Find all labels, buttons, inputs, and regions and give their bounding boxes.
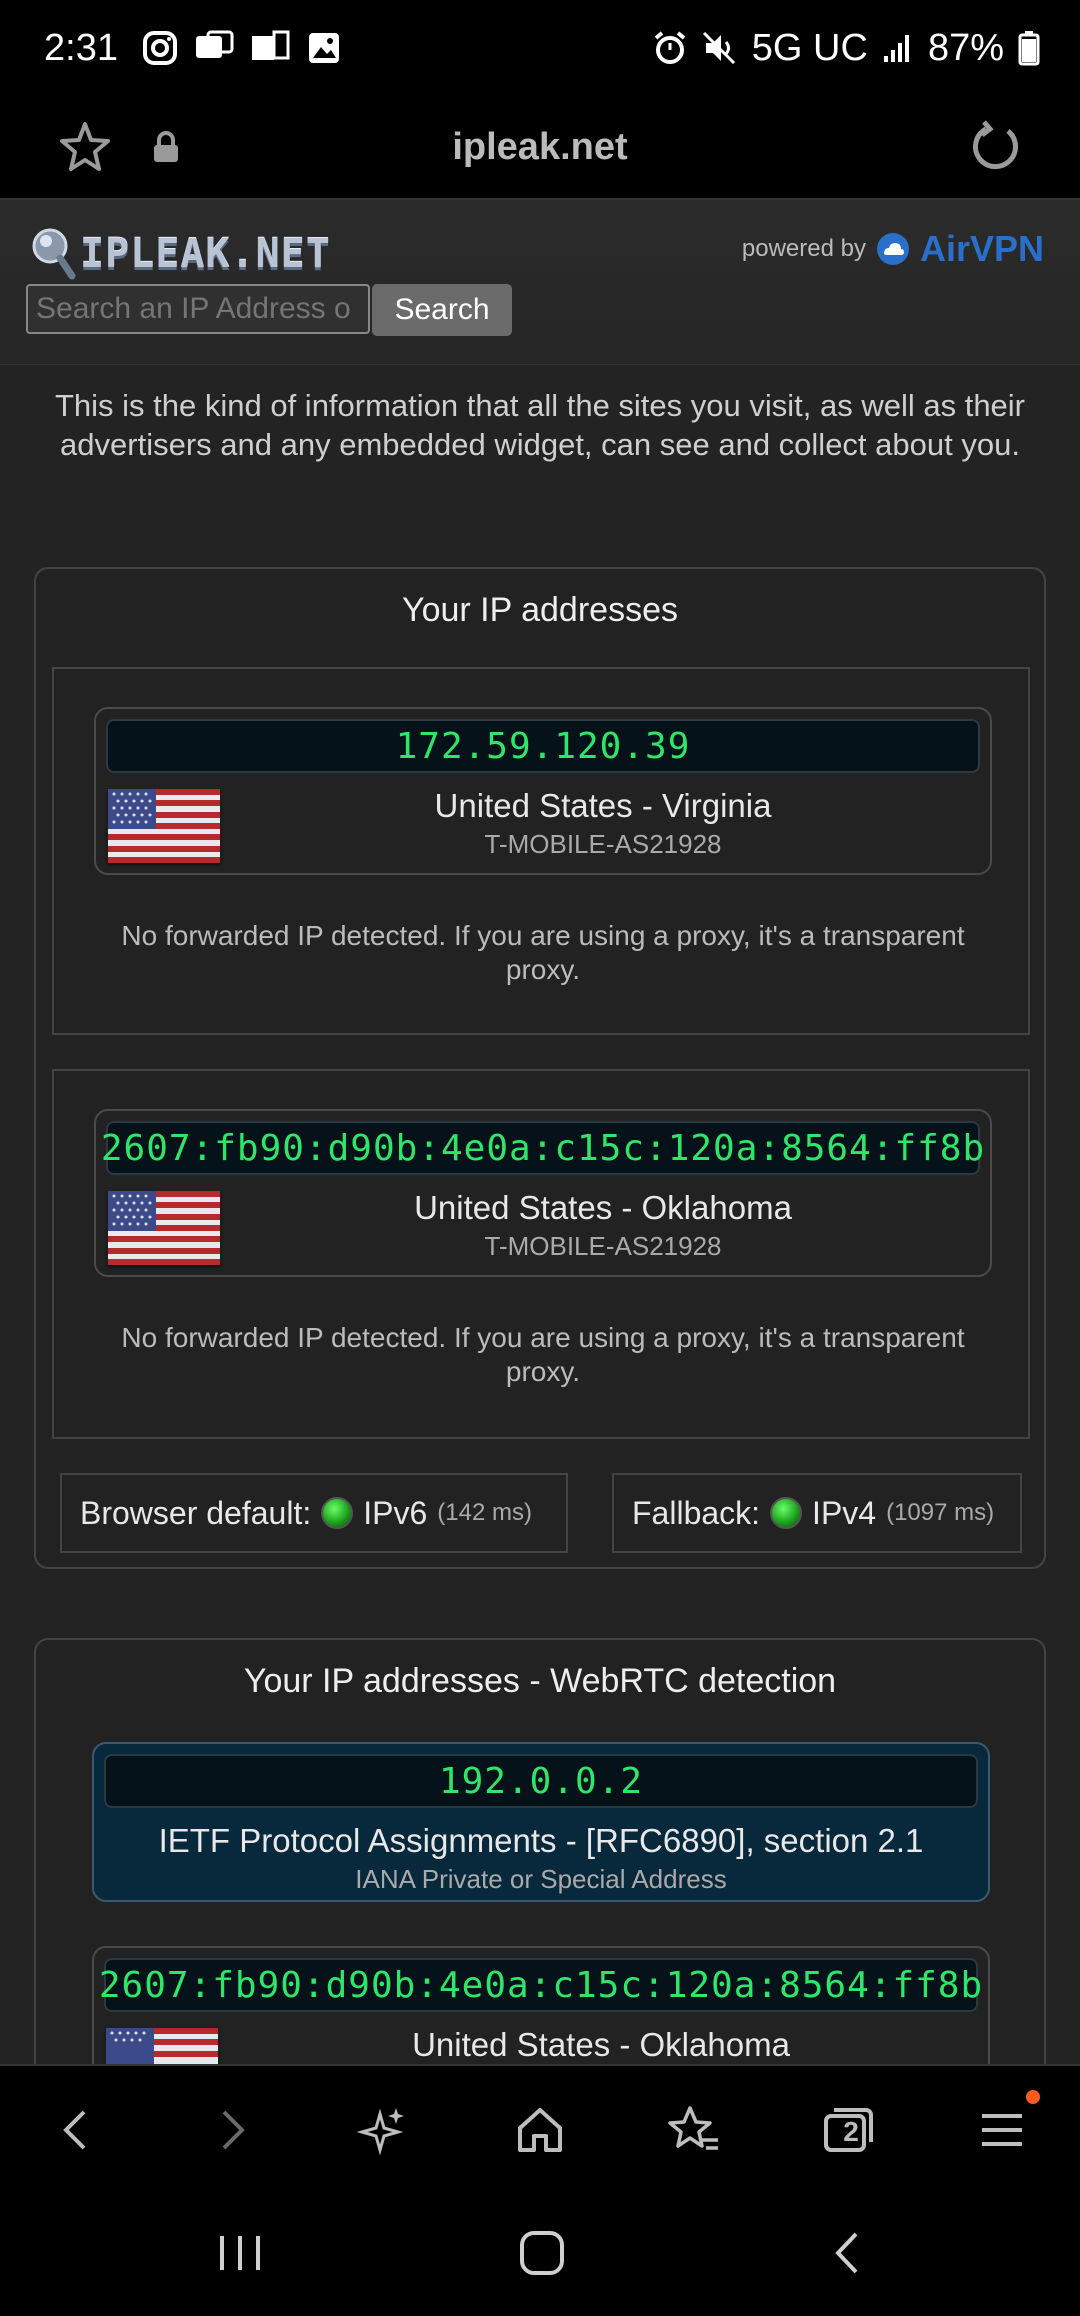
ip-location: United States - Oklahoma bbox=[412, 2026, 790, 2063]
browser-default-protocol: Browser default: IPv6 (142 ms) bbox=[60, 1473, 568, 1553]
powered-by-label: powered by bbox=[741, 235, 866, 262]
ip-location: United States - Virginia bbox=[434, 787, 772, 824]
status-ok-icon bbox=[321, 1497, 354, 1529]
ip-address-value[interactable]: 2607:fb90:d90b:4e0a:c15c:120a:8564:ff8b bbox=[99, 1958, 982, 2012]
ip-isp: T-MOBILE-AS21928 bbox=[484, 829, 722, 859]
forward-icon[interactable] bbox=[204, 2102, 260, 2158]
ip-address-value[interactable]: 192.0.0.2 bbox=[104, 1754, 978, 1808]
system-nav-bar bbox=[0, 2190, 1080, 2316]
ip-addresses-panel: Your IP addresses 172.59.120.39 United S… bbox=[34, 567, 1046, 1569]
battery-icon bbox=[1018, 31, 1040, 66]
browser-default-latency: (142 ms) bbox=[437, 1499, 532, 1526]
reload-icon[interactable] bbox=[968, 120, 1022, 174]
ip-address-value[interactable]: 2607:fb90:d90b:4e0a:c15c:120a:8564:ff8b bbox=[101, 1121, 984, 1175]
magnifier-logo-icon bbox=[32, 228, 76, 280]
airvpn-cloud-icon bbox=[876, 233, 909, 265]
ip-location: IETF Protocol Assignments - [RFC6890], s… bbox=[158, 1822, 924, 1859]
webrtc-panel-title: Your IP addresses - WebRTC detection bbox=[243, 1662, 837, 1700]
signal-icon bbox=[883, 35, 909, 62]
ip-entry-ipv6: 2607:fb90:d90b:4e0a:c15c:120a:8564:ff8b … bbox=[52, 1069, 1030, 1439]
url-text[interactable]: ipleak.net bbox=[0, 126, 1080, 169]
search-button[interactable]: Search bbox=[372, 284, 512, 336]
system-icons: 5G UC 87% bbox=[652, 27, 1040, 70]
browser-url-bar: ipleak.net bbox=[0, 96, 1080, 200]
alarm-icon bbox=[654, 31, 686, 64]
ip-search-input[interactable] bbox=[26, 284, 370, 334]
mute-icon bbox=[702, 31, 735, 65]
tabs-button[interactable]: 2 bbox=[820, 2102, 876, 2158]
us-flag-icon bbox=[108, 789, 220, 863]
ipleak-logo[interactable]: IPLEAK.NET bbox=[30, 226, 331, 282]
ip-card: 2607:fb90:d90b:4e0a:c15c:120a:8564:ff8b … bbox=[94, 1109, 992, 1277]
search-form: Search bbox=[26, 284, 512, 336]
ip-isp: IANA Private or Special Address bbox=[355, 1864, 727, 1894]
menu-notification-badge bbox=[1026, 2090, 1040, 2104]
ip-panel-title: Your IP addresses bbox=[402, 591, 678, 629]
status-ok-icon bbox=[770, 1497, 803, 1529]
status-bar: 2:31 5G UC 87% bbox=[0, 0, 1080, 96]
intro-text: This is the kind of information that all… bbox=[54, 388, 1026, 462]
ip-address-value[interactable]: 172.59.120.39 bbox=[106, 719, 980, 773]
back-icon[interactable] bbox=[48, 2102, 104, 2158]
sparkle-assistant-icon[interactable] bbox=[356, 2102, 412, 2158]
network-type: 5G UC bbox=[751, 26, 868, 69]
browser-bottom-bar: 2 bbox=[0, 2064, 1080, 2192]
webrtc-ip-card: 192.0.0.2 IETF Protocol Assignments - [R… bbox=[92, 1742, 990, 1902]
back-nav-icon[interactable] bbox=[820, 2228, 876, 2278]
teams-icon bbox=[251, 30, 290, 60]
forwarded-ip-note: No forwarded IP detected. If you are usi… bbox=[121, 920, 965, 985]
tab-count: 2 bbox=[843, 2116, 859, 2147]
powered-by[interactable]: powered by AirVPN bbox=[742, 228, 1044, 270]
gallery-icon bbox=[308, 33, 339, 63]
recent-apps-icon[interactable] bbox=[212, 2228, 268, 2278]
status-time: 2:31 bbox=[44, 26, 118, 69]
airvpn-brand: AirVPN bbox=[919, 228, 1044, 269]
bookmarks-icon[interactable] bbox=[666, 2102, 722, 2158]
instagram-icon bbox=[142, 31, 177, 65]
home-nav-icon[interactable] bbox=[514, 2228, 570, 2278]
browser-default-label: Browser default: bbox=[80, 1494, 312, 1531]
forwarded-ip-note: No forwarded IP detected. If you are usi… bbox=[121, 1322, 965, 1387]
us-flag-icon bbox=[108, 1191, 220, 1265]
fallback-latency: (1097 ms) bbox=[886, 1499, 995, 1526]
ip-card: 172.59.120.39 United States - Virginia T… bbox=[94, 707, 992, 875]
webrtc-panel: Your IP addresses - WebRTC detection 192… bbox=[34, 1638, 1046, 2118]
fallback-protocol: Fallback: IPv4 (1097 ms) bbox=[612, 1473, 1022, 1553]
site-header: IPLEAK.NET powered by AirVPN Search bbox=[0, 200, 1080, 365]
logo-text: IPLEAK.NET bbox=[80, 231, 331, 277]
battery-percent: 87% bbox=[927, 26, 1004, 69]
ip-entry-ipv4: 172.59.120.39 United States - Virginia T… bbox=[52, 667, 1030, 1035]
notification-icons bbox=[142, 30, 342, 66]
messaging-icon bbox=[195, 30, 234, 58]
fallback-label: Fallback: bbox=[632, 1494, 761, 1531]
ip-location: United States - Oklahoma bbox=[414, 1189, 792, 1226]
ip-isp: T-MOBILE-AS21928 bbox=[484, 1231, 722, 1261]
browser-default-proto: IPv6 bbox=[363, 1494, 428, 1531]
home-icon[interactable] bbox=[512, 2102, 568, 2158]
fallback-proto: IPv4 bbox=[812, 1494, 877, 1531]
menu-icon[interactable] bbox=[974, 2102, 1030, 2158]
